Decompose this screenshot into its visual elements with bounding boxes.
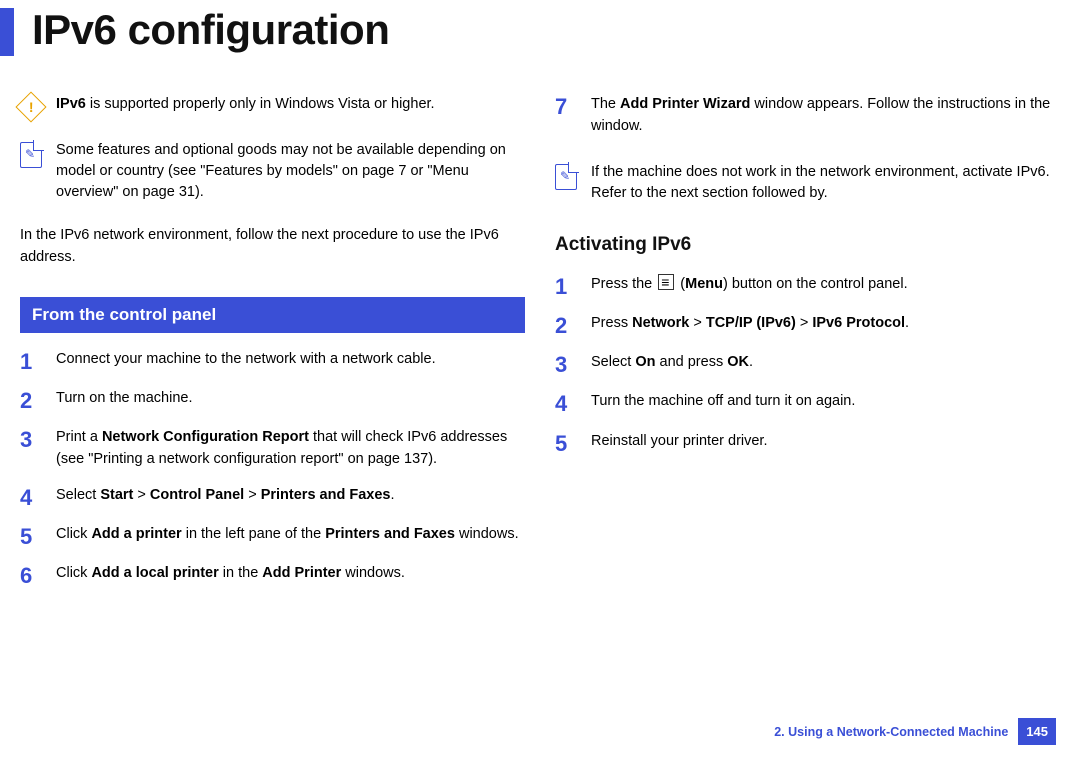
- step-number: 1: [20, 349, 38, 374]
- step-item: 3 Select On and press OK.: [555, 352, 1060, 377]
- note-box-right: If the machine does not work in the netw…: [555, 162, 1060, 204]
- steps-left: 1 Connect your machine to the network wit…: [20, 349, 525, 589]
- steps-top-right: 7 The Add Printer Wizard window appears. …: [555, 94, 1060, 138]
- chapter-label: 2. Using a Network-Connected Machine: [774, 725, 1008, 739]
- step-number: 4: [555, 391, 573, 416]
- step-item: 3 Print a Network Configuration Report th…: [20, 427, 525, 471]
- step-text: Print a Network Configuration Report tha…: [56, 427, 525, 471]
- note-text-left: Some features and optional goods may not…: [56, 140, 525, 203]
- step-number: 1: [555, 274, 573, 299]
- step-item: 1 Connect your machine to the network wit…: [20, 349, 525, 374]
- step-text: Click Add a local printer in the Add Pri…: [56, 563, 525, 588]
- intro-paragraph: In the IPv6 network environment, follow …: [20, 225, 525, 269]
- warning-prefix: IPv6: [56, 96, 86, 112]
- step-item: 7 The Add Printer Wizard window appears. …: [555, 94, 1060, 138]
- step-item: 6 Click Add a local printer in the Add Pr…: [20, 563, 525, 588]
- step-number: 2: [555, 313, 573, 338]
- step-item: 1 Press the (Menu) button on the control …: [555, 274, 1060, 299]
- step-number: 3: [20, 427, 38, 471]
- step-text: Connect your machine to the network with…: [56, 349, 525, 374]
- step-item: 4 Select Start > Control Panel > Printers…: [20, 485, 525, 510]
- step-item: 5 Click Add a printer in the left pane of…: [20, 524, 525, 549]
- note-icon: [555, 164, 577, 190]
- step-item: 2 Turn on the machine.: [20, 388, 525, 413]
- title-accent: [0, 8, 14, 56]
- step-text: Click Add a printer in the left pane of …: [56, 524, 525, 549]
- step-text: Turn the machine off and turn it on agai…: [591, 391, 1060, 416]
- step-item: 4 Turn the machine off and turn it on aga…: [555, 391, 1060, 416]
- step-item: 2 Press Network > TCP/IP (IPv6) > IPv6 Pr…: [555, 313, 1060, 338]
- step-text: Select On and press OK.: [591, 352, 1060, 377]
- step-text: Press the (Menu) button on the control p…: [591, 274, 1060, 299]
- title-bar: IPv6 configuration: [0, 6, 1080, 54]
- step-number: 4: [20, 485, 38, 510]
- section-heading: From the control panel: [20, 297, 525, 333]
- note-text-right: If the machine does not work in the netw…: [591, 162, 1060, 204]
- subsection-heading: Activating IPv6: [555, 234, 1060, 256]
- page-title: IPv6 configuration: [32, 6, 1080, 54]
- page-number: 145: [1018, 718, 1056, 745]
- left-column: ! IPv6 is supported properly only in Win…: [20, 94, 525, 603]
- step-text: The Add Printer Wizard window appears. F…: [591, 94, 1060, 138]
- step-text: Reinstall your printer driver.: [591, 431, 1060, 456]
- right-column: 7 The Add Printer Wizard window appears. …: [555, 94, 1060, 603]
- step-text: Press Network > TCP/IP (IPv6) > IPv6 Pro…: [591, 313, 1060, 338]
- menu-icon: [658, 274, 674, 290]
- warning-box: ! IPv6 is supported properly only in Win…: [20, 94, 525, 118]
- step-number: 2: [20, 388, 38, 413]
- warning-body: is supported properly only in Windows Vi…: [86, 96, 435, 112]
- step-item: 5 Reinstall your printer driver.: [555, 431, 1060, 456]
- note-box-left: Some features and optional goods may not…: [20, 140, 525, 203]
- step-number: 5: [20, 524, 38, 549]
- warning-text: IPv6 is supported properly only in Windo…: [56, 94, 435, 118]
- step-text: Turn on the machine.: [56, 388, 525, 413]
- warning-icon: !: [15, 91, 46, 122]
- footer: 2. Using a Network-Connected Machine 145: [774, 718, 1056, 745]
- step-number: 7: [555, 94, 573, 138]
- step-number: 3: [555, 352, 573, 377]
- step-number: 6: [20, 563, 38, 588]
- note-icon: [20, 142, 42, 168]
- steps-right: 1 Press the (Menu) button on the control …: [555, 274, 1060, 456]
- step-number: 5: [555, 431, 573, 456]
- step-text: Select Start > Control Panel > Printers …: [56, 485, 525, 510]
- content: ! IPv6 is supported properly only in Win…: [20, 94, 1060, 603]
